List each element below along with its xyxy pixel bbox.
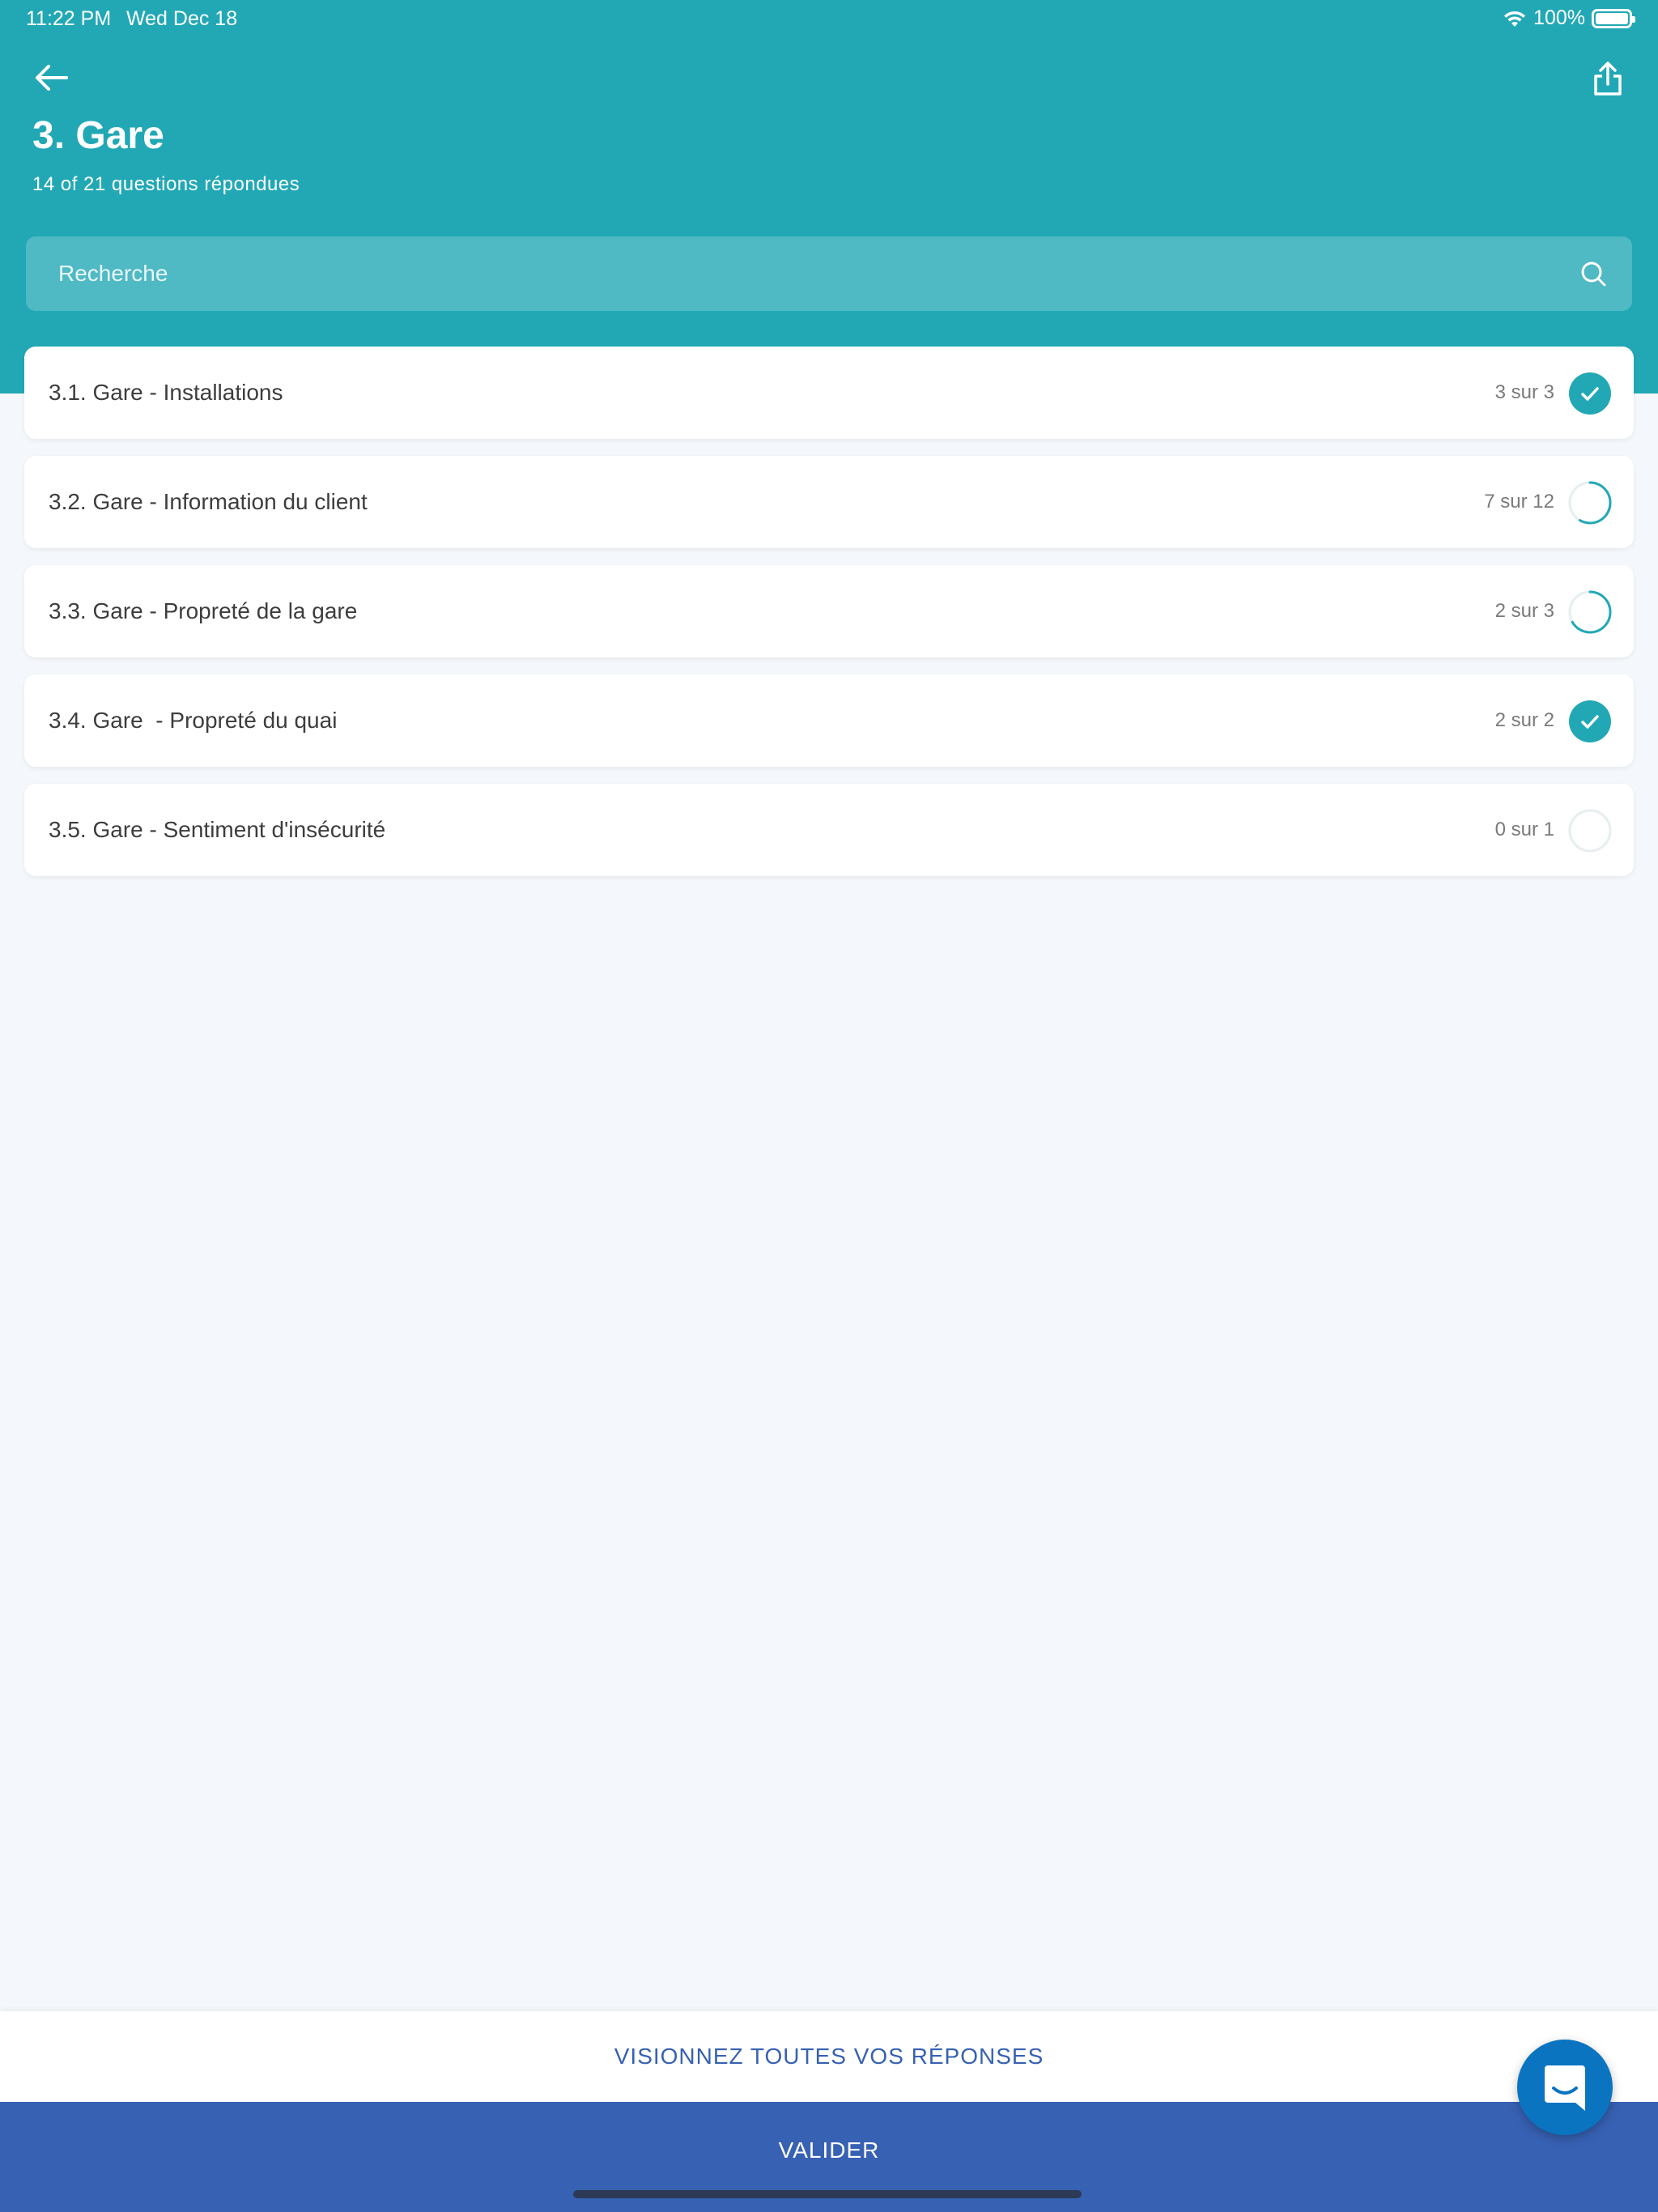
arrow-left-icon[interactable] xyxy=(31,60,71,96)
battery-icon xyxy=(1592,8,1635,28)
check-circle-icon xyxy=(1569,372,1611,415)
section-progress-count: 0 sur 1 xyxy=(1494,819,1554,840)
header: 11:22 PM Wed Dec 18 100% 3. Gare 14 of 2… xyxy=(0,0,1658,393)
wifi-icon xyxy=(1504,11,1526,27)
status-time: 11:22 PM xyxy=(26,7,112,30)
battery-percent: 100% xyxy=(1533,6,1585,29)
progress-ring-icon xyxy=(1568,590,1612,634)
progress-ring-icon xyxy=(1568,481,1612,525)
list-item[interactable]: 3.5. Gare - Sentiment d'insécurité 0 sur … xyxy=(24,784,1634,876)
section-progress-count: 7 sur 12 xyxy=(1484,491,1554,513)
page-title: 3. Gare xyxy=(32,114,164,157)
list-item[interactable]: 3.4. Gare - Propreté du quai 2 sur 2 xyxy=(24,674,1634,767)
chat-icon xyxy=(1545,2065,1585,2111)
list-item[interactable]: 3.2. Gare - Information du client 7 sur 1… xyxy=(24,456,1634,548)
search-input[interactable] xyxy=(58,236,1564,311)
search-icon[interactable] xyxy=(1579,259,1608,288)
section-title: 3.1. Gare - Installations xyxy=(49,380,283,405)
section-title: 3.2. Gare - Information du client xyxy=(49,489,368,514)
section-progress-count: 2 sur 3 xyxy=(1494,600,1554,622)
search-bar[interactable] xyxy=(26,236,1632,311)
progress-ring-empty-icon xyxy=(1568,809,1612,853)
view-all-bar: VISIONNEZ TOUTES VOS RÉPONSES xyxy=(0,2011,1658,2102)
check-circle-icon xyxy=(1569,700,1611,742)
status-bar: 11:22 PM Wed Dec 18 100% xyxy=(0,0,1658,39)
section-progress-count: 3 sur 3 xyxy=(1494,381,1554,403)
share-icon[interactable] xyxy=(1592,60,1624,97)
section-list: 3.1. Gare - Installations 3 sur 3 3.2. Gar… xyxy=(24,347,1634,893)
status-date: Wed Dec 18 xyxy=(126,7,238,30)
section-title: 3.3. Gare - Propreté de la gare xyxy=(49,598,358,623)
list-item[interactable]: 3.3. Gare - Propreté de la gare 2 sur 3 xyxy=(24,565,1634,657)
app-screen: 11:22 PM Wed Dec 18 100% 3. Gare 14 of 2… xyxy=(0,0,1658,2212)
status-indicators: 100% xyxy=(1503,6,1635,30)
section-progress-count: 2 sur 2 xyxy=(1494,709,1554,731)
list-item[interactable]: 3.1. Gare - Installations 3 sur 3 xyxy=(24,347,1634,439)
section-title: 3.5. Gare - Sentiment d'insécurité xyxy=(49,817,386,842)
home-indicator xyxy=(573,2190,1082,2198)
section-title: 3.4. Gare - Propreté du quai xyxy=(49,708,338,733)
view-all-responses-button[interactable]: VISIONNEZ TOUTES VOS RÉPONSES xyxy=(0,2011,1658,2102)
validate-label: VALIDER xyxy=(778,2138,880,2163)
chat-button[interactable] xyxy=(1517,2040,1613,2135)
page-subtitle: 14 of 21 questions répondues xyxy=(32,173,300,195)
